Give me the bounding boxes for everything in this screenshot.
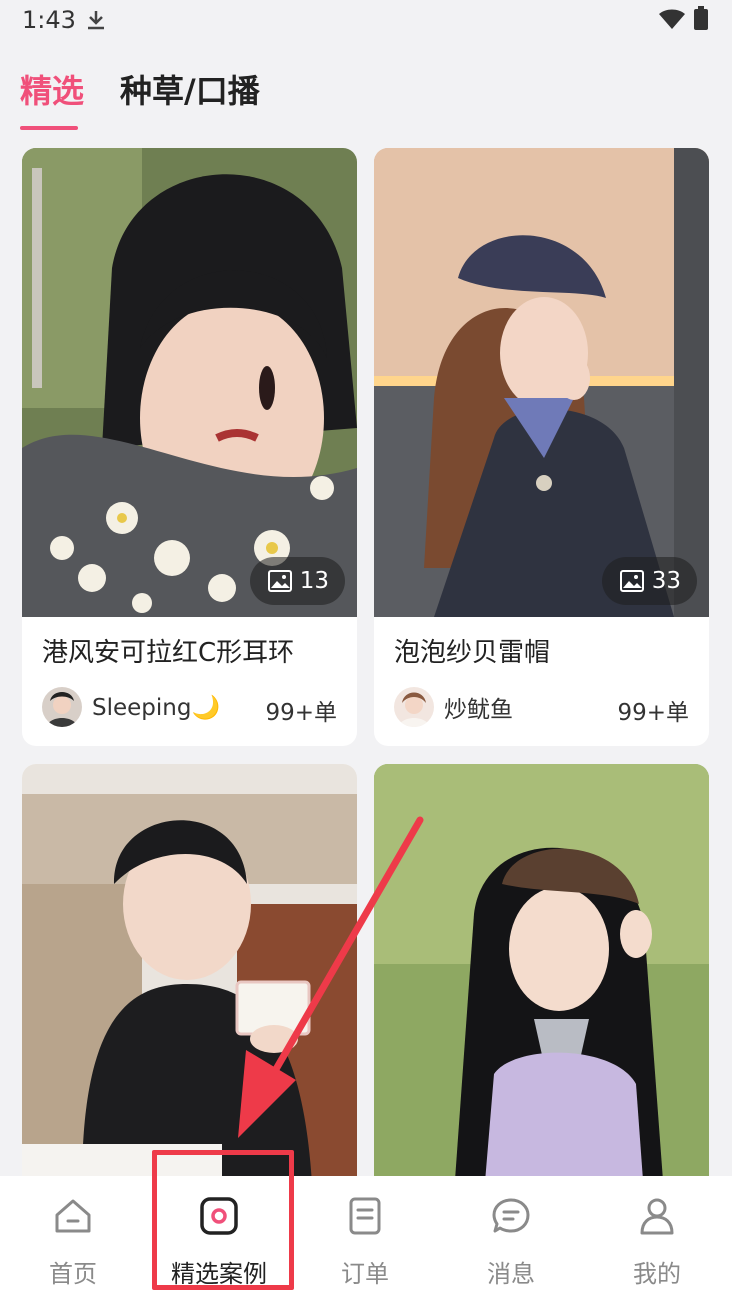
download-icon xyxy=(88,11,104,30)
case-image xyxy=(22,764,357,1194)
bottom-navigation: 首页 精选案例 订单 消息 我的 xyxy=(0,1176,732,1304)
order-icon xyxy=(349,1197,381,1235)
photo-count: 33 xyxy=(651,568,681,594)
author-name: 炒鱿鱼 xyxy=(444,697,513,723)
case-card-earrings[interactable]: 13 港风安可拉红C形耳环 Sleeping🌙 99+单 xyxy=(22,148,357,746)
category-tabs: 精选 种草/口播 xyxy=(0,60,732,134)
app-root: 1:43 精选 种草/口播 13 港风安可拉红C形耳环 Sleeping🌙 99… xyxy=(0,0,732,1304)
tab-featured[interactable]: 精选 xyxy=(20,66,84,112)
avatar xyxy=(394,687,434,727)
nav-item-orders[interactable]: 订单 xyxy=(292,1176,438,1304)
photo-count-badge: 33 xyxy=(601,557,697,605)
case-image xyxy=(374,764,709,1194)
image-icon xyxy=(619,570,644,592)
status-bar: 1:43 xyxy=(0,0,732,44)
case-title: 港风安可拉红C形耳环 xyxy=(42,638,295,668)
status-time: 1:43 xyxy=(22,6,76,34)
nav-item-profile[interactable]: 我的 xyxy=(584,1176,730,1304)
case-title: 泡泡纱贝雷帽 xyxy=(394,638,551,668)
wifi-icon xyxy=(659,9,685,29)
photo-count: 13 xyxy=(299,568,329,594)
avatar xyxy=(42,687,82,727)
nav-item-featured-cases[interactable]: 精选案例 xyxy=(146,1176,292,1304)
case-card-wallet[interactable] xyxy=(22,764,357,1194)
battery-icon xyxy=(694,6,708,30)
nav-item-messages[interactable]: 消息 xyxy=(438,1176,584,1304)
case-card-brown-beret[interactable] xyxy=(374,764,709,1194)
case-card-beret[interactable]: 33 泡泡纱贝雷帽 炒鱿鱼 99+单 xyxy=(374,148,709,746)
nav-label: 首页 xyxy=(49,1260,97,1288)
image-icon xyxy=(267,570,292,592)
order-count: 99+单 xyxy=(265,700,337,726)
case-author[interactable]: 炒鱿鱼 xyxy=(394,686,513,728)
message-icon xyxy=(492,1198,530,1233)
nav-label: 精选案例 xyxy=(171,1260,267,1288)
case-author[interactable]: Sleeping🌙 xyxy=(42,686,220,728)
nav-label: 订单 xyxy=(341,1260,389,1288)
case-image xyxy=(374,148,709,617)
home-icon xyxy=(55,1199,91,1233)
profile-icon xyxy=(640,1198,674,1235)
photo-count-badge: 13 xyxy=(249,557,345,605)
case-image xyxy=(22,148,357,617)
nav-label: 我的 xyxy=(633,1260,681,1288)
tab-seeding-voiceover[interactable]: 种草/口播 xyxy=(120,66,260,112)
featured-cases-icon xyxy=(200,1197,238,1235)
order-count: 99+单 xyxy=(617,700,689,726)
nav-item-home[interactable]: 首页 xyxy=(0,1176,146,1304)
author-name: Sleeping🌙 xyxy=(92,694,221,721)
active-tab-indicator xyxy=(20,126,78,130)
nav-label: 消息 xyxy=(487,1260,535,1288)
